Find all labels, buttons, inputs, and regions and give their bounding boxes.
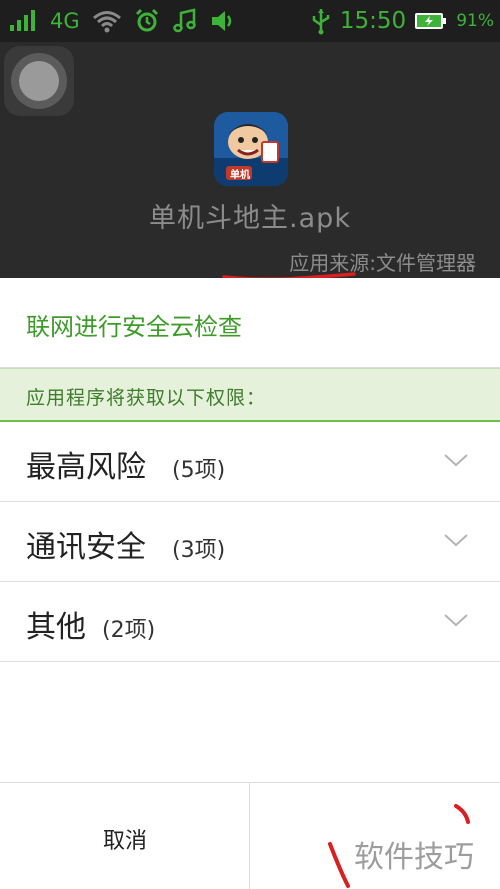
permission-group-communication[interactable]: 通讯安全 (3项): [0, 502, 500, 582]
chevron-down-icon: [444, 614, 468, 627]
permission-group-count: (5项): [172, 458, 226, 483]
installer-header: 单机 单机斗地主.apk 应用来源:文件管理器: [0, 42, 500, 282]
permission-group-title: 其他: [26, 610, 86, 645]
permission-group-title: 最高风险: [26, 450, 146, 485]
permissions-header-label: 应用程序将获取以下权限：: [26, 387, 267, 409]
permission-group-title: 通讯安全: [26, 530, 146, 565]
assistive-touch-dot: [19, 61, 59, 101]
cloud-security-check[interactable]: 联网进行安全云检查: [0, 278, 500, 368]
status-bar-left: 4G: [8, 6, 236, 36]
app-source: 应用来源:文件管理器: [289, 251, 476, 275]
volume-icon: [210, 9, 236, 33]
app-file-name: 单机斗地主.apk: [149, 203, 351, 234]
permission-group-count: (3项): [172, 538, 226, 563]
cloud-security-check-label: 联网进行安全云检查: [26, 313, 242, 341]
permission-group-other[interactable]: 其他 (2项): [0, 582, 500, 662]
battery-percent: 91%: [456, 11, 494, 31]
watermark: 软件技巧: [354, 840, 474, 875]
status-bar: 4G 15:50 91%: [0, 0, 500, 42]
permission-group-highest-risk[interactable]: 最高风险 (5项): [0, 422, 500, 502]
wifi-icon: [92, 9, 122, 33]
app-icon-text: 单机: [230, 170, 250, 181]
music-icon: [172, 8, 198, 34]
network-type: 4G: [50, 9, 80, 33]
clock: 15:50: [339, 8, 407, 34]
status-bar-right: 15:50 91%: [310, 6, 494, 36]
permission-group-count: (2项): [102, 618, 156, 643]
signal-icon: [8, 9, 38, 33]
alarm-icon: [134, 8, 160, 34]
cancel-button-label: 取消: [102, 829, 147, 854]
usb-icon: [310, 7, 332, 35]
permissions-header: 应用程序将获取以下权限：: [0, 368, 500, 422]
app-icon: 单机: [214, 112, 288, 186]
cancel-button[interactable]: 取消: [0, 783, 250, 889]
chevron-down-icon: [444, 454, 468, 467]
chevron-down-icon: [444, 534, 468, 547]
assistive-touch-button[interactable]: [4, 46, 74, 116]
battery-icon: [414, 11, 448, 31]
